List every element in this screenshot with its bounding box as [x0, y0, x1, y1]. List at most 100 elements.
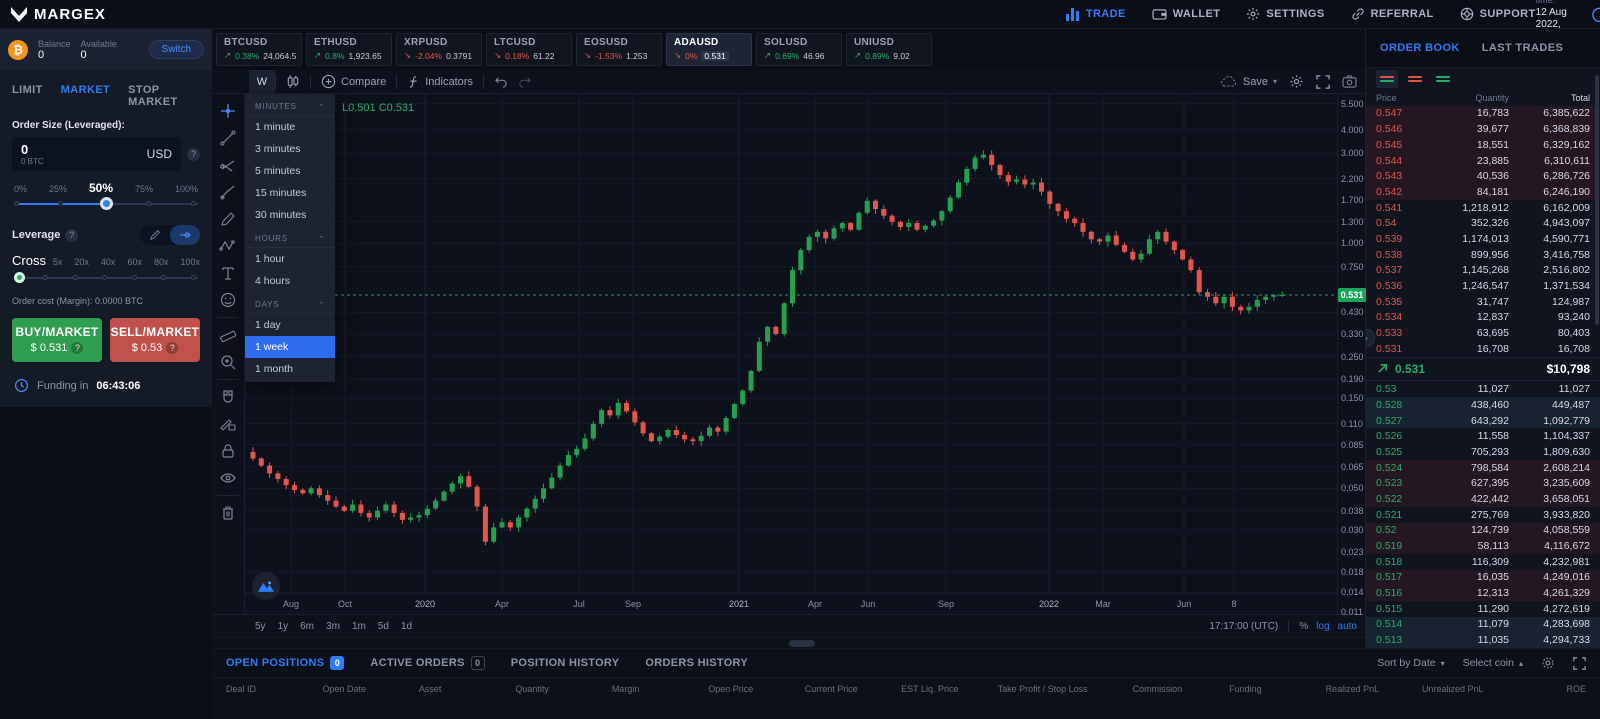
range-button-1d[interactable]: 1d [395, 621, 418, 632]
ticker-tab-adausd[interactable]: ADAUSD↘0%0.531 [666, 33, 752, 66]
nav-referral[interactable]: REFERRAL [1351, 7, 1434, 21]
order-type-tab-market[interactable]: MARKET [61, 84, 110, 108]
lock-icon[interactable] [215, 438, 241, 464]
order-book-ask-row[interactable]: 0.54518,5516,329,162 [1366, 137, 1600, 153]
book-bids-icon[interactable] [1432, 70, 1454, 88]
collapse-chevron-icon[interactable]: ⌃ [318, 103, 325, 111]
range-button-6m[interactable]: 6m [294, 621, 320, 632]
order-size-input[interactable]: 0 0 BTC USD [12, 137, 181, 171]
tab-orders-history[interactable]: ORDERS HISTORY [645, 657, 748, 669]
order-book-bid-row[interactable]: 0.528438,460449,487 [1366, 397, 1600, 413]
scale-button-log[interactable]: log [1316, 621, 1329, 632]
order-type-tab-limit[interactable]: LIMIT [12, 84, 43, 108]
menu-section-header[interactable]: DAYS⌃ [245, 292, 335, 314]
leverage-slider[interactable] [14, 272, 198, 284]
scale-button-%[interactable]: % [1299, 621, 1308, 632]
gann-icon[interactable] [215, 152, 241, 178]
size-mark-75%[interactable]: 75% [135, 184, 153, 194]
order-book-bid-row[interactable]: 0.525705,2931,809,630 [1366, 444, 1600, 460]
leverage-mark-80x[interactable]: 80x [154, 257, 169, 267]
size-slider[interactable] [14, 197, 198, 211]
range-button-3m[interactable]: 3m [320, 621, 346, 632]
redo-icon[interactable] [518, 70, 542, 94]
range-button-1y[interactable]: 1y [272, 621, 295, 632]
order-book-bid-row[interactable]: 0.51716,0354,249,016 [1366, 570, 1600, 586]
order-book-bid-row[interactable]: 0.522422,4423,658,051 [1366, 491, 1600, 507]
scale-button-auto[interactable]: auto [1338, 621, 1357, 632]
order-book-ask-row[interactable]: 0.538899,9563,416,758 [1366, 247, 1600, 263]
switch-button[interactable]: Switch [149, 40, 204, 59]
indicators-button[interactable]: Indicators [397, 70, 483, 94]
candle-style-button[interactable] [276, 70, 310, 94]
magnet-icon[interactable] [215, 384, 241, 410]
order-book-ask-row[interactable]: 0.5411,218,9126,162,009 [1366, 200, 1600, 216]
moon-icon[interactable] [1591, 7, 1600, 22]
timeframe-option-1-hour[interactable]: 1 hour [245, 248, 335, 270]
buy-help-icon[interactable]: ? [71, 342, 83, 354]
positions-fullscreen-icon[interactable] [1573, 657, 1586, 670]
ticker-tab-eosusd[interactable]: EOSUSD↘-1.53%1.253 [576, 33, 662, 66]
mid-price-row[interactable]: 0.531 $10,798 [1366, 357, 1600, 382]
order-book-ask-row[interactable]: 0.54639,6776,368,839 [1366, 121, 1600, 137]
size-mark-25%[interactable]: 25% [49, 184, 67, 194]
timeframe-option-5-minutes[interactable]: 5 minutes [245, 160, 335, 182]
tab-last-trades[interactable]: LAST TRADES [1482, 42, 1563, 54]
timeframe-option-1-minute[interactable]: 1 minute [245, 116, 335, 138]
crosshair-icon[interactable] [215, 98, 241, 124]
price-axis[interactable]: 5.5004.0003.0002.2001.7001.3001.0000.750… [1337, 94, 1365, 614]
order-book-ask-row[interactable]: 0.54423,8856,310,611 [1366, 153, 1600, 169]
leverage-help-icon[interactable]: ? [65, 229, 78, 242]
order-book-ask-row[interactable]: 0.53116,70816,708 [1366, 341, 1600, 357]
emoji-icon[interactable] [215, 287, 241, 313]
chart-clock[interactable]: 17:17:00 (UTC) [1209, 621, 1278, 632]
size-mark-100%[interactable]: 100% [175, 184, 198, 194]
order-book-bid-row[interactable]: 0.5311,02711,027 [1366, 381, 1600, 397]
margin-mode-label[interactable]: Cross [12, 253, 46, 268]
timeframe-option-1-month[interactable]: 1 month [245, 358, 335, 380]
nav-support[interactable]: SUPPORT [1460, 7, 1536, 21]
order-book-bid-row[interactable]: 0.51311,0354,294,733 [1366, 632, 1600, 648]
order-book-bid-row[interactable]: 0.51612,3134,261,329 [1366, 585, 1600, 601]
order-book-bid-row[interactable]: 0.51411,0794,283,698 [1366, 617, 1600, 633]
zoom-in-icon[interactable] [215, 349, 241, 375]
ticker-tab-btcusd[interactable]: BTCUSD↗0.38%24,064.5 [216, 33, 302, 66]
size-slider-thumb[interactable] [100, 197, 113, 210]
collapse-chevron-icon[interactable]: ⌃ [318, 301, 325, 309]
leverage-mark-100x[interactable]: 100x [180, 257, 200, 267]
sell-market-button[interactable]: SELL/MARKET $ 0.53? [110, 318, 200, 362]
positions-settings-gear-icon[interactable] [1541, 656, 1555, 670]
tab-open-positions[interactable]: OPEN POSITIONS0 [226, 656, 344, 670]
buy-market-button[interactable]: BUY/MARKET $ 0.531? [12, 318, 102, 362]
tab-active-orders[interactable]: ACTIVE ORDERS0 [370, 656, 484, 670]
ticker-tab-ltcusd[interactable]: LTCUSD↘0.18%61.22 [486, 33, 572, 66]
slider-mode-icon[interactable] [170, 225, 200, 245]
collapse-chevron-icon[interactable]: ⌃ [318, 235, 325, 243]
tab-order-book[interactable]: ORDER BOOK [1380, 42, 1460, 54]
range-button-1m[interactable]: 1m [346, 621, 372, 632]
order-book-ask-row[interactable]: 0.5371,145,2682,516,802 [1366, 262, 1600, 278]
brush-icon[interactable] [215, 179, 241, 205]
timeframe-option-1-week[interactable]: 1 week [245, 336, 335, 358]
pencil-edit-icon[interactable] [140, 225, 170, 245]
size-mark-0%[interactable]: 0% [14, 184, 27, 194]
leverage-mark-5x[interactable]: 5x [53, 257, 63, 267]
pencil-icon[interactable] [215, 206, 241, 232]
fullscreen-icon[interactable] [1316, 75, 1330, 89]
order-book-bid-row[interactable]: 0.52124,7394,058,559 [1366, 523, 1600, 539]
trash-icon[interactable] [215, 500, 241, 526]
range-button-5y[interactable]: 5y [249, 621, 272, 632]
book-both-icon[interactable] [1376, 70, 1398, 88]
leverage-mark-60x[interactable]: 60x [127, 257, 142, 267]
draw-lock-icon[interactable] [215, 411, 241, 437]
tab-position-history[interactable]: POSITION HISTORY [511, 657, 620, 669]
leverage-mark-20x[interactable]: 20x [74, 257, 89, 267]
ruler-icon[interactable] [215, 322, 241, 348]
panel-resize-handle[interactable] [789, 640, 815, 647]
order-book-bid-row[interactable]: 0.521275,7693,933,820 [1366, 507, 1600, 523]
candlestick-chart[interactable]: AugOct2020AprJulSep2021AprJunSep2022MarJ… [245, 94, 1338, 614]
trend-line-icon[interactable] [215, 125, 241, 151]
save-button[interactable]: Save ▾ [1220, 76, 1277, 88]
order-book-bid-row[interactable]: 0.51511,2904,272,619 [1366, 601, 1600, 617]
ticker-tab-solusd[interactable]: SOLUSD↗0.69%46.96 [756, 33, 842, 66]
camera-icon[interactable] [1342, 75, 1357, 88]
